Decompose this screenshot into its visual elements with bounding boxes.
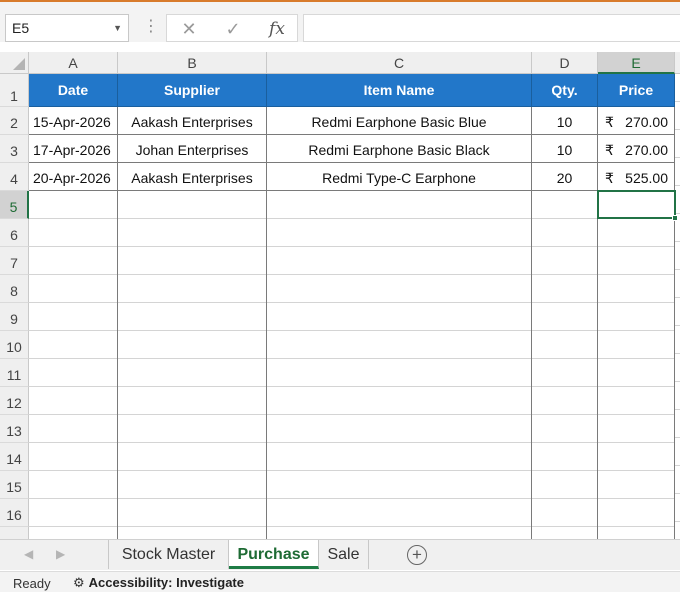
cell-date[interactable]: 15-Apr-2026: [29, 107, 118, 135]
row-header-7[interactable]: 7: [0, 247, 29, 275]
column-header-f[interactable]: [675, 52, 680, 74]
formula-input[interactable]: [303, 14, 680, 42]
row-header-3[interactable]: 3: [0, 135, 29, 163]
tab-stock-master[interactable]: Stock Master: [108, 540, 229, 569]
currency-symbol: ₹: [605, 142, 614, 158]
cell-qty[interactable]: 10: [532, 135, 598, 163]
price-value: 270.00: [625, 114, 668, 130]
enter-icon[interactable]: ✓: [220, 17, 246, 41]
cell-supplier[interactable]: Aakash Enterprises: [118, 163, 267, 191]
row-header-2[interactable]: 2: [0, 107, 29, 135]
header-price[interactable]: Price: [598, 74, 675, 107]
column-header-a[interactable]: A: [29, 52, 118, 74]
name-box-value: E5: [12, 20, 30, 36]
name-box[interactable]: E5 ▼: [5, 14, 129, 42]
row-header-5[interactable]: 5: [0, 191, 29, 219]
column-header-b[interactable]: B: [118, 52, 267, 74]
currency-symbol: ₹: [605, 170, 614, 186]
header-date[interactable]: Date: [29, 74, 118, 107]
insert-function-icon[interactable]: fx: [264, 17, 290, 41]
empty-cells-e[interactable]: [598, 191, 675, 541]
cell-date[interactable]: 20-Apr-2026: [29, 163, 118, 191]
accessibility-label: Accessibility: Investigate: [88, 575, 244, 590]
sheet-tabs-bar: ◀ ▶ Stock Master Purchase Sale +: [0, 539, 680, 570]
status-ready: Ready: [13, 576, 51, 591]
row-header-9[interactable]: 9: [0, 303, 29, 331]
empty-cells-b[interactable]: [118, 191, 267, 541]
row-header-13[interactable]: 13: [0, 415, 29, 443]
cell-date[interactable]: 17-Apr-2026: [29, 135, 118, 163]
row-header-6[interactable]: 6: [0, 219, 29, 247]
cell-qty[interactable]: 10: [532, 107, 598, 135]
cancel-icon[interactable]: ✕: [176, 17, 202, 41]
empty-cells-a[interactable]: [29, 191, 118, 541]
cell-price[interactable]: ₹270.00: [598, 135, 675, 163]
more-options-icon[interactable]: ⋮: [143, 16, 159, 36]
currency-symbol: ₹: [605, 114, 614, 130]
selected-cell[interactable]: [597, 190, 676, 219]
cell-supplier[interactable]: Aakash Enterprises: [118, 107, 267, 135]
accessibility-icon: ⚙: [73, 575, 85, 590]
column-header-d[interactable]: D: [532, 52, 598, 74]
cell-item-name[interactable]: Redmi Earphone Basic Blue: [267, 107, 532, 135]
row-header-11[interactable]: 11: [0, 359, 29, 387]
row-header-15[interactable]: 15: [0, 471, 29, 499]
cell-item-name[interactable]: Redmi Earphone Basic Black: [267, 135, 532, 163]
formula-buttons: ✕ ✓ fx: [166, 14, 298, 42]
header-qty[interactable]: Qty.: [532, 74, 598, 107]
tab-purchase[interactable]: Purchase: [229, 540, 319, 569]
fill-handle[interactable]: [672, 215, 678, 221]
row-header-16[interactable]: 16: [0, 499, 29, 527]
cell-price[interactable]: ₹270.00: [598, 107, 675, 135]
price-value: 270.00: [625, 142, 668, 158]
row-header-14[interactable]: 14: [0, 443, 29, 471]
row-header-4[interactable]: 4: [0, 163, 29, 191]
chevron-down-icon[interactable]: ▼: [113, 23, 122, 33]
column-header-c[interactable]: C: [267, 52, 532, 74]
price-value: 525.00: [625, 170, 668, 186]
column-header-e[interactable]: E: [598, 52, 675, 74]
cell-price[interactable]: ₹525.00: [598, 163, 675, 191]
row-header-8[interactable]: 8: [0, 275, 29, 303]
accessibility-status[interactable]: ⚙ Accessibility: Investigate: [73, 575, 244, 591]
empty-cells-f[interactable]: [675, 74, 680, 541]
previous-sheet-icon[interactable]: ◀: [24, 547, 33, 561]
next-sheet-icon[interactable]: ▶: [56, 547, 65, 561]
header-item-name[interactable]: Item Name: [267, 74, 532, 107]
row-header-12[interactable]: 12: [0, 387, 29, 415]
formula-bar: E5 ▼ ⋮ ✕ ✓ fx: [0, 0, 680, 42]
empty-cells-c[interactable]: [267, 191, 532, 541]
header-supplier[interactable]: Supplier: [118, 74, 267, 107]
cell-supplier[interactable]: Johan Enterprises: [118, 135, 267, 163]
cell-qty[interactable]: 20: [532, 163, 598, 191]
add-sheet-icon[interactable]: +: [407, 545, 427, 565]
status-bar: Ready ⚙ Accessibility: Investigate: [0, 571, 680, 592]
row-header-1[interactable]: 1: [0, 74, 29, 107]
select-all-corner[interactable]: [0, 52, 29, 74]
tab-sale[interactable]: Sale: [319, 540, 369, 569]
row-header-10[interactable]: 10: [0, 331, 29, 359]
cell-item-name[interactable]: Redmi Type-C Earphone: [267, 163, 532, 191]
empty-cells-d[interactable]: [532, 191, 598, 541]
